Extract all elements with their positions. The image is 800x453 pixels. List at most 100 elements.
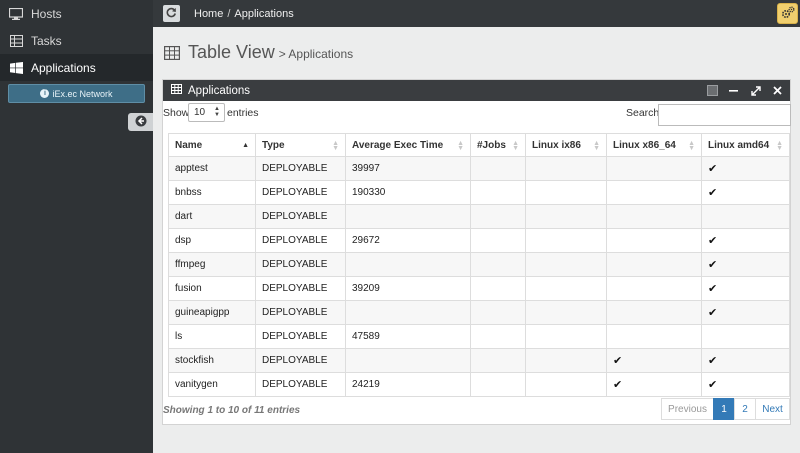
cell-linux-ix86 xyxy=(525,324,607,349)
table-row[interactable]: bnbss DEPLOYABLE 190330 ✔ xyxy=(168,180,790,205)
sidebar-item-tasks[interactable]: Tasks xyxy=(0,27,153,54)
cell-avg-exec-time: 39997 xyxy=(345,156,471,181)
cell-linux-amd64 xyxy=(701,204,790,229)
sidebar-item-label: Tasks xyxy=(31,33,62,48)
sidebar-item-hosts[interactable]: Hosts xyxy=(0,0,153,27)
cell-jobs xyxy=(470,252,526,277)
cell-jobs xyxy=(470,300,526,325)
cell-linux-x86-64 xyxy=(606,276,702,301)
table-row[interactable]: fusion DEPLOYABLE 39209 ✔ xyxy=(168,276,790,301)
column-label: #Jobs xyxy=(477,139,506,151)
cell-jobs xyxy=(470,180,526,205)
breadcrumb-home[interactable]: Home xyxy=(194,8,223,20)
refresh-button[interactable] xyxy=(163,5,180,22)
cell-name: dart xyxy=(168,204,256,229)
cell-name: bnbss xyxy=(168,180,256,205)
table-row[interactable]: apptest DEPLOYABLE 39997 ✔ xyxy=(168,156,790,181)
sort-icon: ▲ ▼ xyxy=(688,140,695,152)
sort-icon: ▲ ▼ xyxy=(593,140,600,152)
collapse-sidebar-button[interactable] xyxy=(128,113,153,131)
expand-icon[interactable] xyxy=(749,84,762,97)
column-header-linux-ix86[interactable]: Linux ix86 ▲ ▼ xyxy=(525,133,607,157)
windows-icon xyxy=(8,61,24,75)
network-button[interactable]: i iEx.ec Network xyxy=(8,84,145,103)
gears-icon xyxy=(781,6,795,22)
cell-name: stockfish xyxy=(168,348,256,373)
cell-linux-ix86 xyxy=(525,156,607,181)
pagination-page-1[interactable]: 1 xyxy=(713,398,735,420)
cell-linux-x86-64 xyxy=(606,204,702,229)
info-icon: i xyxy=(40,89,50,98)
sidebar-item-applications[interactable]: Applications xyxy=(0,54,153,81)
table-icon xyxy=(8,34,24,48)
table-body: apptest DEPLOYABLE 39997 ✔ bnbss DEPLOYA… xyxy=(168,156,790,397)
cell-jobs xyxy=(470,156,526,181)
panel-header: Applications xyxy=(163,80,790,101)
sort-icon: ▲ ▼ xyxy=(332,140,339,152)
top-bar: Home / Applications xyxy=(153,0,800,27)
column-header-avg-exec-time[interactable]: Average Exec Time ▲ ▼ xyxy=(345,133,471,157)
sort-icon: ▲ ▼ xyxy=(457,140,464,152)
color-square-button[interactable] xyxy=(707,85,718,96)
entries-length-select[interactable]: 10 ▲ ▼ xyxy=(188,103,225,122)
settings-button[interactable] xyxy=(777,3,798,24)
cell-type: DEPLOYABLE xyxy=(255,276,346,301)
show-label: Show xyxy=(163,107,190,119)
column-label: Linux x86_64 xyxy=(613,139,676,151)
cell-linux-ix86 xyxy=(525,276,607,301)
network-button-label: iEx.ec Network xyxy=(52,88,113,99)
table-row[interactable]: dsp DEPLOYABLE 29672 ✔ xyxy=(168,228,790,253)
table-row[interactable]: stockfish DEPLOYABLE ✔ ✔ xyxy=(168,348,790,373)
table-row[interactable]: ls DEPLOYABLE 47589 xyxy=(168,324,790,349)
close-icon[interactable] xyxy=(771,84,784,97)
column-label: Linux ix86 xyxy=(532,139,581,151)
page-title: Table View > Applications xyxy=(164,42,353,63)
cell-linux-ix86 xyxy=(525,252,607,277)
cell-avg-exec-time: 39209 xyxy=(345,276,471,301)
sidebar-item-label: Hosts xyxy=(31,6,62,21)
entries-length-value: 10 xyxy=(194,107,206,118)
panel-tools xyxy=(707,84,784,97)
pagination-page-2[interactable]: 2 xyxy=(734,398,756,420)
cell-name: guineapigpp xyxy=(168,300,256,325)
table-row[interactable]: ffmpeg DEPLOYABLE ✔ xyxy=(168,252,790,277)
cell-linux-amd64: ✔ xyxy=(701,300,790,325)
pagination-next[interactable]: Next xyxy=(755,398,790,420)
sort-icon: ▲ ▼ xyxy=(776,140,783,152)
cell-linux-ix86 xyxy=(525,372,607,397)
applications-panel: Applications Show 10 ▲ ▼ entries Search:… xyxy=(162,79,791,425)
sort-asc-icon: ▲ xyxy=(242,142,249,149)
cell-jobs xyxy=(470,276,526,301)
column-header-linux-x86-64[interactable]: Linux x86_64 ▲ ▼ xyxy=(606,133,702,157)
cell-linux-ix86 xyxy=(525,228,607,253)
cell-linux-amd64 xyxy=(701,324,790,349)
search-input[interactable] xyxy=(658,104,791,126)
column-header-type[interactable]: Type ▲ ▼ xyxy=(255,133,346,157)
entries-label: entries xyxy=(227,107,259,119)
table-row[interactable]: vanitygen DEPLOYABLE 24219 ✔ ✔ xyxy=(168,372,790,397)
cell-avg-exec-time xyxy=(345,348,471,373)
table-header-row: Name ▲ Type ▲ ▼ Average Exec Time ▲ ▼ #Jobs ▲ ▼… xyxy=(168,133,790,157)
main-content: Table View > Applications Applications S… xyxy=(153,27,800,453)
cell-type: DEPLOYABLE xyxy=(255,180,346,205)
pagination-previous[interactable]: Previous xyxy=(661,398,714,420)
cell-linux-amd64: ✔ xyxy=(701,228,790,253)
table-row[interactable]: dart DEPLOYABLE xyxy=(168,204,790,229)
cell-linux-ix86 xyxy=(525,300,607,325)
column-header-linux-amd64[interactable]: Linux amd64 ▲ ▼ xyxy=(701,133,790,157)
cell-jobs xyxy=(470,348,526,373)
cell-type: DEPLOYABLE xyxy=(255,300,346,325)
cell-linux-x86-64: ✔ xyxy=(606,372,702,397)
column-label: Average Exec Time xyxy=(352,139,444,151)
cell-jobs xyxy=(470,204,526,229)
table-row[interactable]: guineapigpp DEPLOYABLE ✔ xyxy=(168,300,790,325)
minimize-icon[interactable] xyxy=(727,84,740,97)
column-header-name[interactable]: Name ▲ xyxy=(168,133,256,157)
cell-linux-amd64: ✔ xyxy=(701,252,790,277)
refresh-icon xyxy=(166,7,177,21)
cell-name: vanitygen xyxy=(168,372,256,397)
cell-type: DEPLOYABLE xyxy=(255,372,346,397)
cell-linux-x86-64 xyxy=(606,324,702,349)
column-header-jobs[interactable]: #Jobs ▲ ▼ xyxy=(470,133,526,157)
cell-linux-x86-64 xyxy=(606,180,702,205)
